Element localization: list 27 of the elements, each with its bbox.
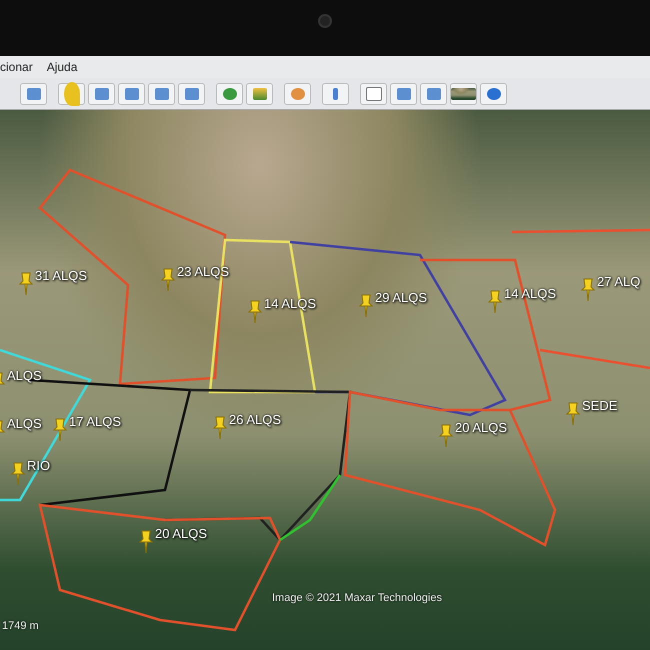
pushpin-icon[interactable]: [358, 294, 374, 318]
placemark-label: 20 ALQS: [155, 526, 208, 541]
menu-item[interactable]: Ajuda: [46, 60, 78, 74]
placemark-label: 20 ALQS: [455, 420, 508, 435]
pushpin-icon[interactable]: [247, 300, 263, 324]
placemark-label: ALQS: [7, 368, 42, 383]
placemark-label: ALQS: [7, 416, 42, 431]
camera-icon: [318, 14, 332, 28]
pushpin-icon[interactable]: [160, 268, 176, 292]
placemark-label: SEDE: [582, 398, 618, 413]
pushpin-icon[interactable]: [212, 416, 228, 440]
pushpin-icon[interactable]: [10, 462, 26, 486]
placemark-label: 26 ALQS: [229, 412, 282, 427]
pushpin-icon[interactable]: [580, 278, 596, 302]
placemark-label: 27 ALQ: [597, 274, 640, 289]
placemark-label: 31 ALQS: [35, 268, 88, 283]
pushpin-icon[interactable]: [18, 272, 34, 296]
pushpin-icon[interactable]: [487, 290, 503, 314]
pushpin-icon[interactable]: [138, 530, 154, 554]
placemark-label: 29 ALQS: [375, 290, 428, 305]
pushpin-icon[interactable]: [565, 402, 581, 426]
placemark-label: 17 ALQS: [69, 414, 122, 429]
pushpin-icon[interactable]: [438, 424, 454, 448]
menu-item[interactable]: cionar: [0, 60, 33, 74]
scale-label: 1749 m: [2, 620, 39, 632]
imagery-attribution: Image © 2021 Maxar Technologies: [272, 592, 442, 604]
pushpin-icon[interactable]: [52, 418, 68, 442]
